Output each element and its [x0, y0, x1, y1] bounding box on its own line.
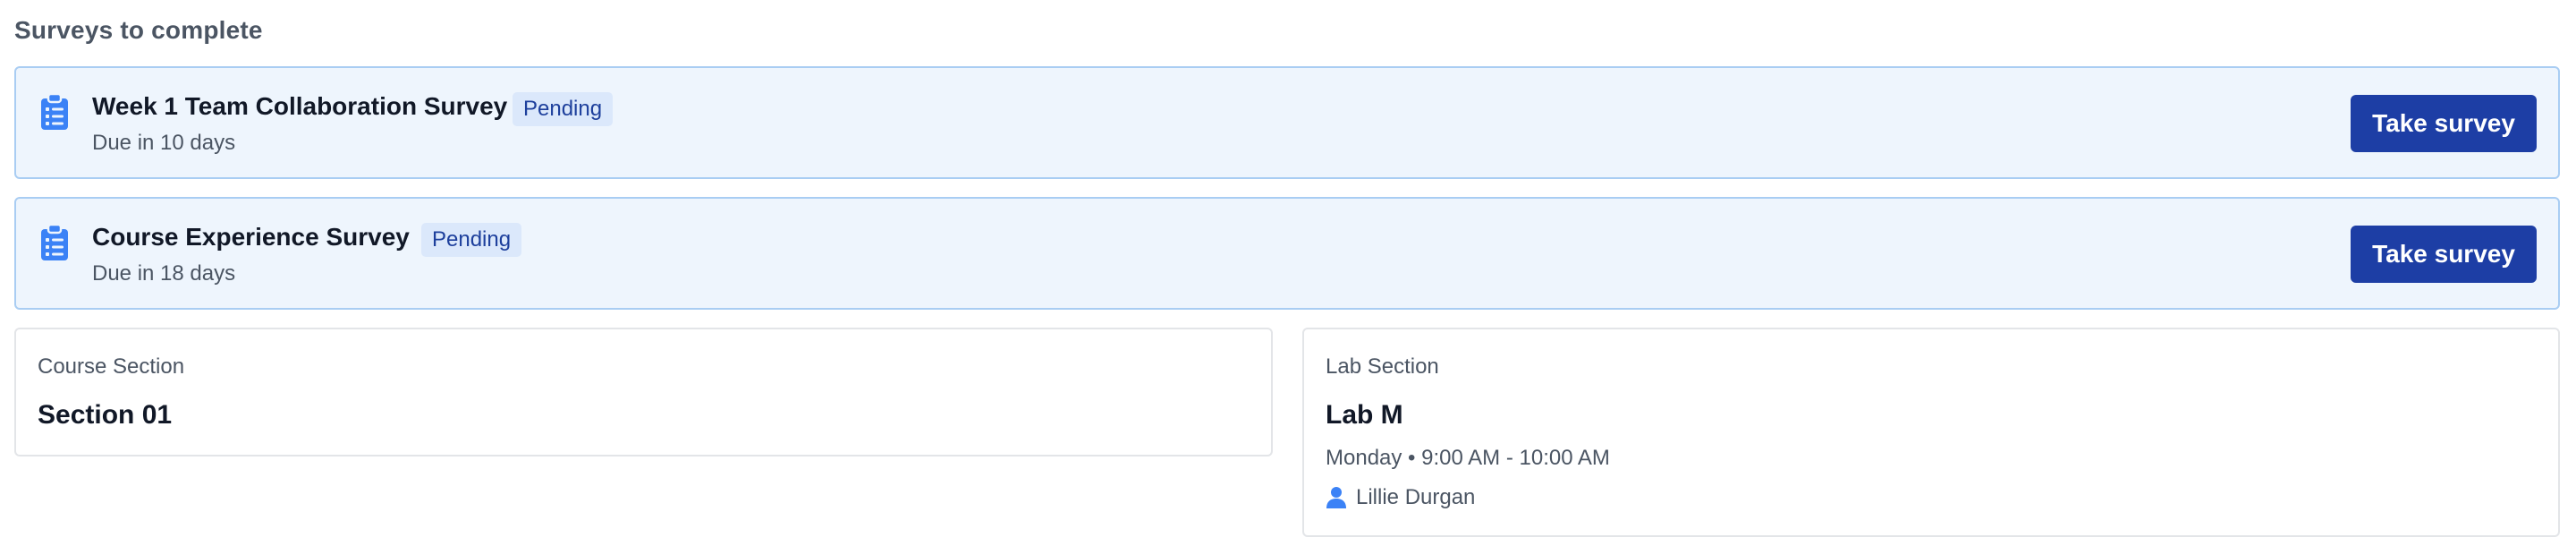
survey-due-date: Due in 18 days [92, 261, 236, 286]
course-section-card: Course Section Section 01 [14, 328, 1273, 456]
take-survey-button[interactable]: Take survey [2351, 226, 2537, 283]
section-title: Surveys to complete [14, 16, 263, 44]
course-section-label: Course Section [38, 354, 185, 379]
clipboard-list-icon [41, 93, 68, 130]
surveys-page: Surveys to complete Week 1 Team Collabor… [0, 0, 2576, 546]
lab-instructor: Lillie Durgan [1326, 485, 1475, 510]
survey-due-date: Due in 10 days [92, 131, 236, 155]
course-section-value: Section 01 [38, 400, 173, 430]
lab-section-card: Lab Section Lab M Monday • 9:00 AM - 10:… [1302, 328, 2560, 537]
lab-section-value: Lab M [1326, 400, 1403, 430]
instructor-name: Lillie Durgan [1356, 485, 1476, 509]
lab-section-label: Lab Section [1326, 354, 1439, 379]
survey-title: Week 1 Team Collaboration Survey [92, 92, 508, 120]
survey-card: Course Experience Survey Pending Due in … [14, 197, 2560, 310]
person-icon [1326, 487, 1346, 508]
status-badge: Pending [421, 223, 522, 257]
clipboard-list-icon [41, 224, 68, 260]
status-badge: Pending [513, 92, 614, 126]
survey-title: Course Experience Survey [92, 223, 410, 251]
take-survey-button[interactable]: Take survey [2351, 95, 2537, 152]
lab-schedule: Monday • 9:00 AM - 10:00 AM [1326, 446, 1610, 470]
survey-card: Week 1 Team Collaboration Survey Pending… [14, 66, 2560, 179]
